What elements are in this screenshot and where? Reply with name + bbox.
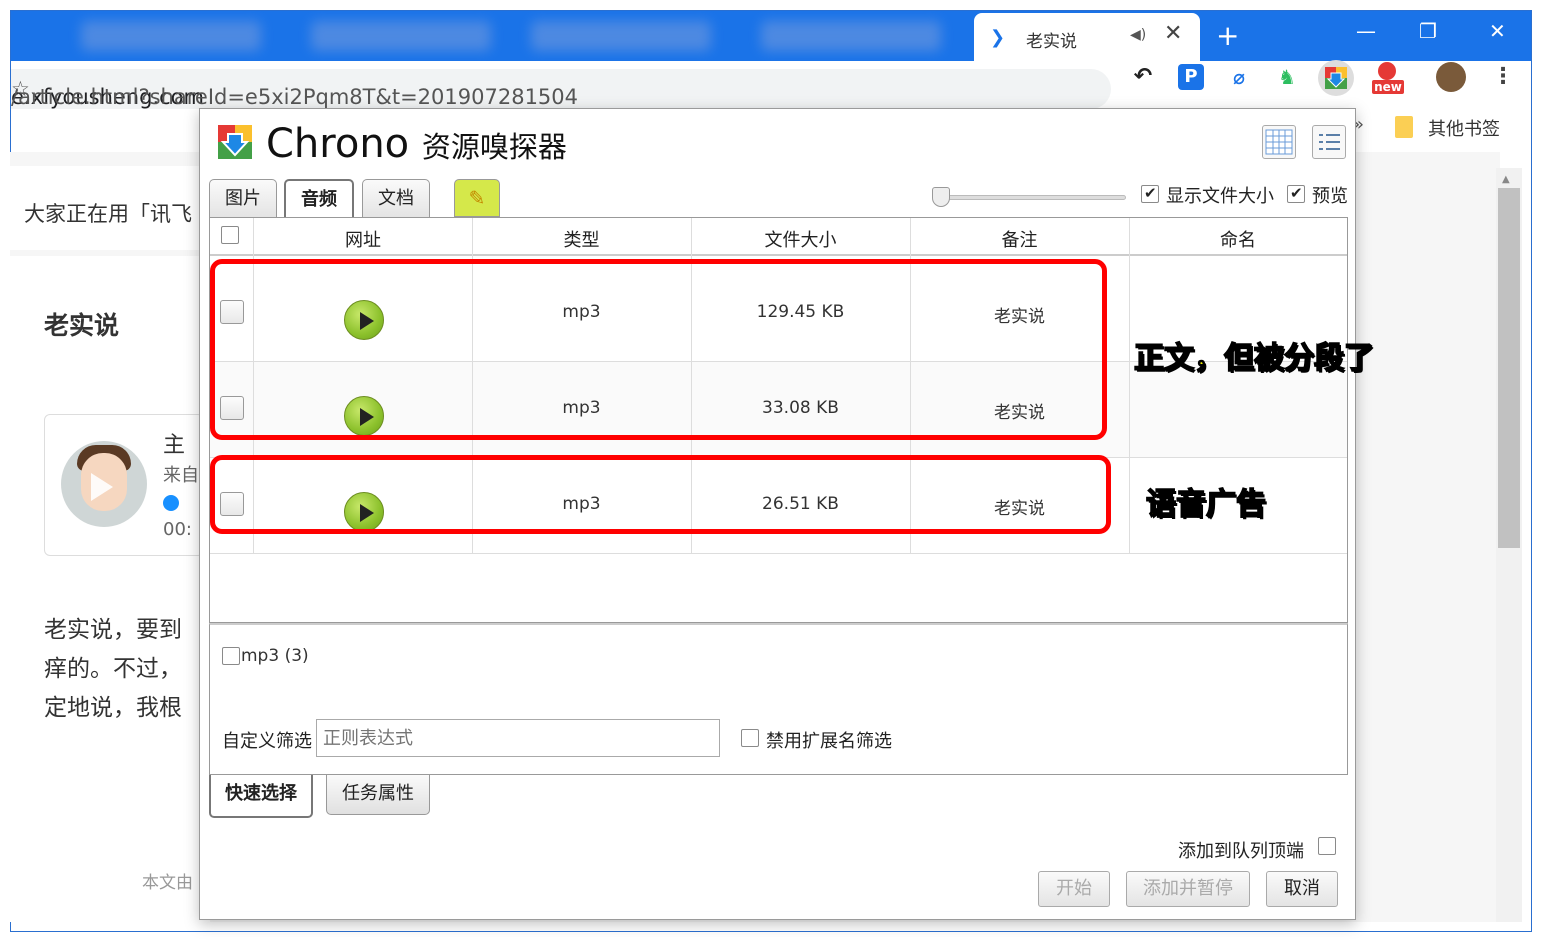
col-size[interactable]: 文件大小 (691, 226, 910, 252)
start-button[interactable]: 开始 (1038, 871, 1110, 907)
chrono-sniffer-dialog: Chrono 资源嗅探器 图片 音频 文档 ✎ 显示文件大小 预览 网址 类型 … (199, 108, 1375, 920)
app-subtitle: 资源嗅探器 (421, 130, 567, 164)
folder-icon (1395, 116, 1413, 138)
annotation-box-body (210, 259, 1107, 440)
app-title: Chrono 资源嗅探器 (266, 121, 567, 167)
tab-title: 老实说 (1026, 32, 1077, 52)
pencil-icon[interactable]: ✎ (454, 179, 500, 217)
chrono-extension-icon[interactable] (1318, 60, 1354, 96)
speaker-icon[interactable]: ◀) (1130, 27, 1146, 43)
bookmark-folder-other[interactable]: 其他书签 (1428, 115, 1500, 141)
tab-strip: ❯ 老实说 ◀) ✕ + — ❐ ✕ (11, 11, 1531, 61)
show-size-label: 显示文件大小 (1166, 186, 1274, 207)
tab-documents[interactable]: 文档 (362, 179, 430, 217)
card-source: 来自 (163, 465, 199, 486)
tab-task-properties[interactable]: 任务属性 (326, 775, 430, 815)
play-icon[interactable] (91, 473, 113, 501)
list-view-icon[interactable] (1312, 125, 1346, 159)
mp3-filter-checkbox[interactable] (222, 647, 240, 665)
preview-checkbox[interactable] (1287, 184, 1305, 203)
audio-card[interactable]: 主 来自 00: (44, 414, 204, 556)
column-divider (1129, 218, 1130, 554)
annotation-box-ad (210, 455, 1111, 534)
blurred-tab[interactable] (531, 21, 711, 51)
new-badge: new (1372, 80, 1404, 94)
article-title: 老实说 (44, 311, 120, 340)
new-tab-icon[interactable]: + (1216, 19, 1239, 52)
regex-input[interactable] (316, 719, 720, 757)
avatar-icon[interactable] (1436, 62, 1466, 92)
chrono-logo-icon (218, 125, 252, 159)
bookmark-star-icon[interactable]: ☆ (11, 77, 30, 101)
blurred-tab[interactable] (81, 21, 261, 51)
evernote-icon[interactable]: ♞ (1274, 64, 1300, 90)
grid-view-icon[interactable] (1262, 125, 1296, 159)
mp3-filter-label: mp3 (3) (241, 646, 309, 666)
leaf-extension-icon[interactable]: ⌀ (1226, 64, 1252, 90)
col-type[interactable]: 类型 (472, 226, 691, 252)
banner-text: 大家正在用「讯飞 (24, 202, 192, 226)
tab-images[interactable]: 图片 (209, 179, 277, 217)
tab-audio[interactable]: 音频 (284, 179, 354, 219)
p-extension-icon[interactable]: P (1178, 64, 1204, 90)
tab-quick-select[interactable]: 快速选择 (209, 775, 313, 818)
close-tab-icon[interactable]: ✕ (1164, 21, 1182, 46)
progress-dot[interactable] (163, 495, 179, 511)
article-paragraph-line: 定地说，我根 (44, 695, 182, 721)
annotation-body-split: 正文，但被分段了 (1133, 340, 1375, 377)
scroll-up-icon[interactable]: ▲ (1502, 174, 1510, 185)
disable-ext-filter-label: 禁用扩展名筛选 (766, 731, 892, 752)
xunfei-favicon-icon: ❯ (990, 27, 1006, 48)
blurred-tab[interactable] (761, 21, 941, 51)
select-all-checkbox[interactable] (221, 226, 239, 244)
article-footer: 本文由 (142, 873, 193, 893)
thumbnail-size-slider[interactable] (936, 195, 1126, 200)
article-paragraph-line: 老实说，要到 (44, 617, 182, 643)
article: 老实说 主 来自 00: 老实说，要到 痒的。不过， 定地说，我根 本文由 (10, 256, 210, 922)
preview-label: 预览 (1312, 186, 1348, 207)
article-paragraph-line: 痒的。不过， (44, 656, 182, 682)
author-avatar[interactable] (61, 441, 147, 527)
card-time: 00: (163, 519, 192, 540)
card-author: 主 (163, 433, 186, 458)
minimize-icon[interactable]: — (1356, 19, 1376, 43)
slider-knob[interactable] (932, 187, 950, 207)
address-bar[interactable]: e.xfyousheng.com/article.html?shareId=e5… (11, 69, 1111, 109)
close-window-icon[interactable]: ✕ (1489, 19, 1506, 43)
show-size-checkbox[interactable] (1141, 184, 1159, 203)
active-tab[interactable]: ❯ 老实说 ◀) ✕ (974, 13, 1200, 61)
add-to-top-label: 添加到队列顶端 (1178, 841, 1304, 862)
history-icon[interactable]: ↶ (1130, 64, 1156, 90)
page-banner: 大家正在用「讯飞 (10, 166, 210, 250)
filter-panel: mp3 (3) 自定义筛选 禁用扩展名筛选 (209, 623, 1348, 775)
disable-ext-filter-checkbox[interactable] (741, 729, 759, 747)
app-name: Chrono (266, 121, 410, 167)
address-path: /article.html?shareId=e5xi2Pqm8T&t=20190… (11, 85, 579, 109)
table-header: 网址 类型 文件大小 备注 命名 (210, 218, 1347, 256)
custom-filter-label: 自定义筛选 (222, 731, 312, 752)
scroll-thumb[interactable] (1498, 188, 1520, 548)
cancel-button[interactable]: 取消 (1266, 871, 1338, 907)
blurred-tab[interactable] (311, 21, 491, 51)
col-note[interactable]: 备注 (910, 226, 1129, 252)
col-name[interactable]: 命名 (1129, 226, 1347, 252)
col-url[interactable]: 网址 (254, 226, 472, 252)
annotation-voice-ad: 语音广告 (1145, 486, 1267, 523)
restore-icon[interactable]: ❐ (1419, 19, 1437, 43)
add-and-pause-button[interactable]: 添加并暂停 (1126, 871, 1250, 907)
page-scrollbar[interactable]: ▲ (1496, 168, 1522, 922)
new-extension-icon[interactable]: new (1372, 62, 1404, 94)
add-to-top-checkbox[interactable] (1318, 837, 1336, 855)
menu-kebab-icon[interactable]: ⋮ (1490, 64, 1516, 90)
